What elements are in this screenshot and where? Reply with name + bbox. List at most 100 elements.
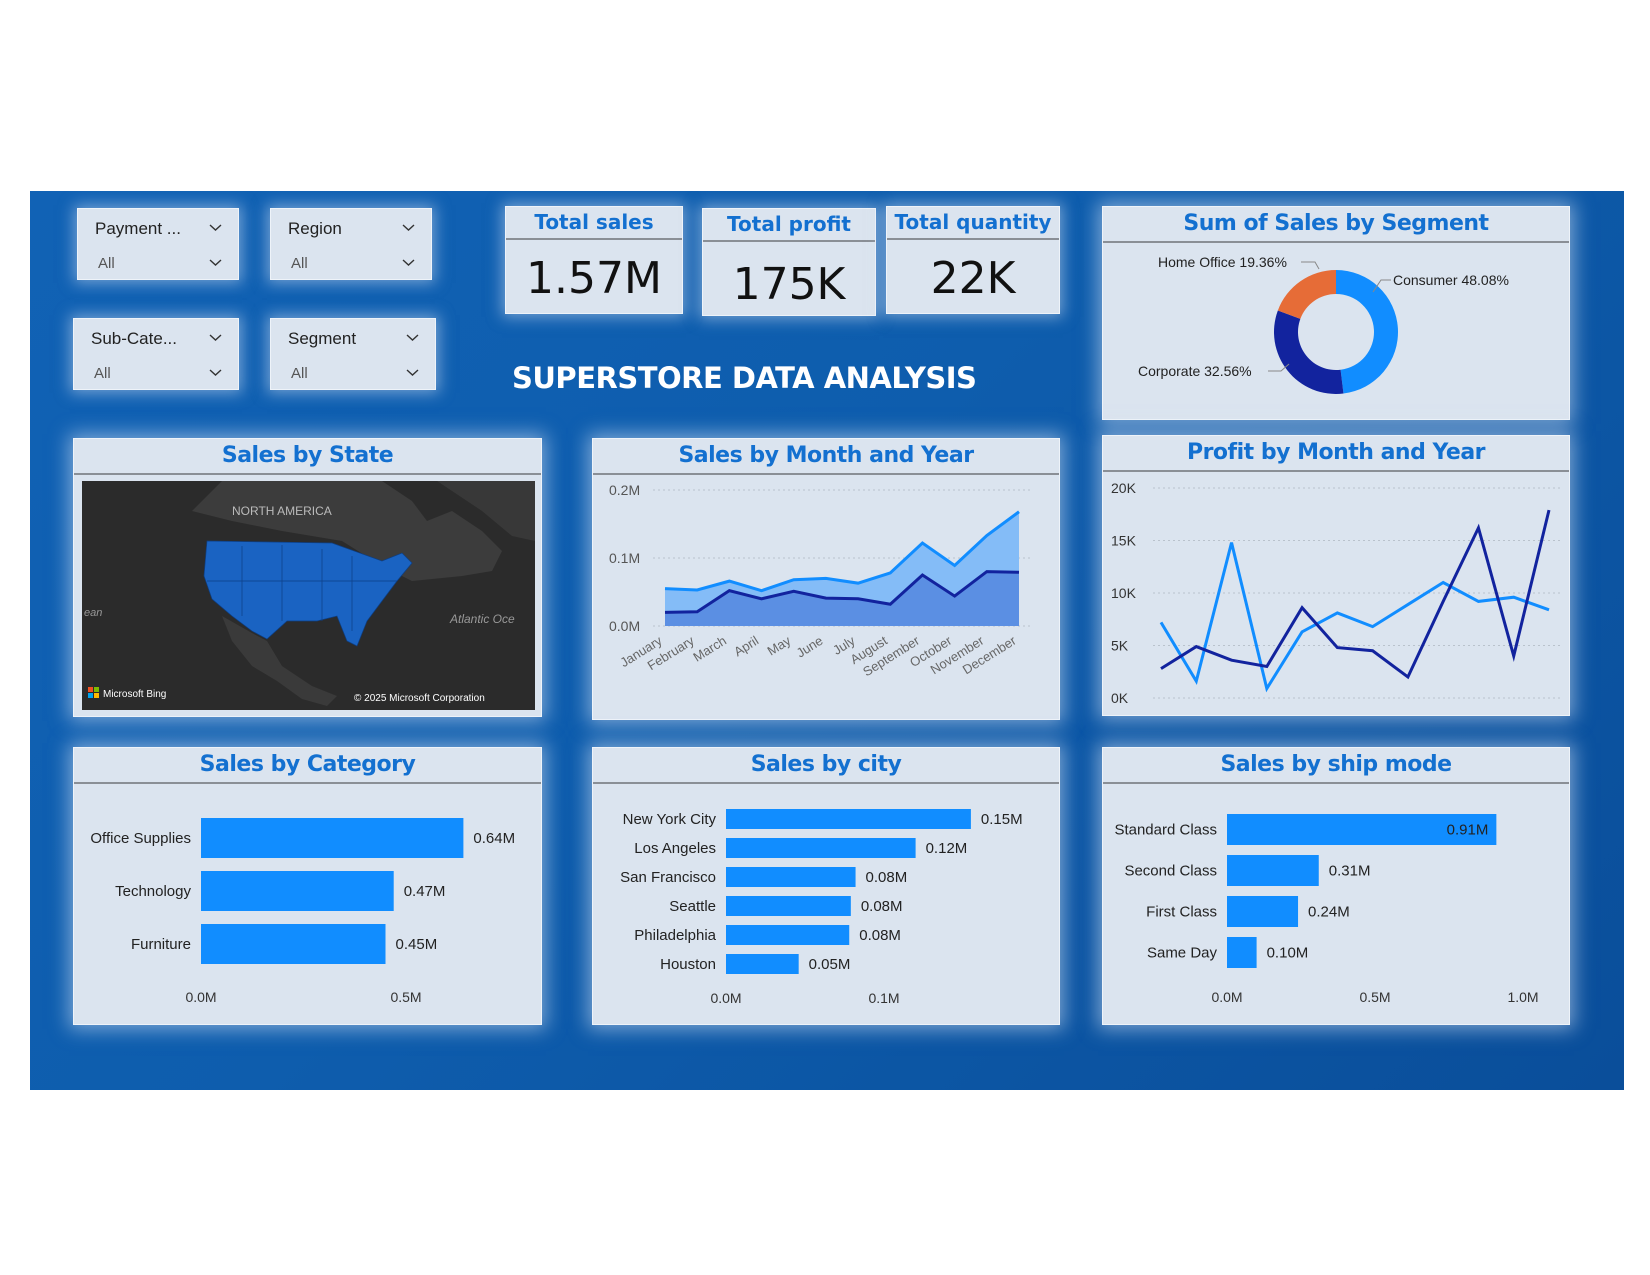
data-label: 0.31M xyxy=(1329,863,1371,880)
chevron-down-icon[interactable] xyxy=(209,221,222,234)
x-tick-label: 0.0M xyxy=(185,989,216,1005)
segment-chart-panel[interactable]: Sum of Sales by Segment Consumer 48.08% … xyxy=(1102,206,1570,420)
category-label: San Francisco xyxy=(620,869,716,886)
chart-title: Sales by ship mode xyxy=(1103,748,1569,784)
ms-logo-icon xyxy=(88,687,93,692)
x-tick-label: 0.0M xyxy=(710,990,741,1006)
chart-title: Sales by Category xyxy=(74,748,541,784)
data-label: 0.47M xyxy=(404,883,446,900)
dashboard-canvas: Payment ... All Region All Sub-Cate... A… xyxy=(30,191,1624,1090)
sales-by-state-panel[interactable]: Sales by State NORTH AMERICA ean Atlanti… xyxy=(73,438,542,717)
y-tick-label: 0K xyxy=(1111,690,1129,706)
page-title: SUPERSTORE DATA ANALYSIS xyxy=(512,361,977,395)
x-tick-label: April xyxy=(731,633,761,660)
chart-title: Sum of Sales by Segment xyxy=(1103,207,1569,243)
slicer-value: All xyxy=(98,255,115,272)
donut-slice-consumer xyxy=(1336,270,1398,394)
y-tick-label: 15K xyxy=(1111,533,1137,549)
kpi-total-profit[interactable]: Total profit 175K xyxy=(702,208,876,316)
kpi-total-quantity[interactable]: Total quantity 22K xyxy=(886,206,1060,314)
category-label: Los Angeles xyxy=(634,840,716,857)
sales-by-shipmode-panel[interactable]: Sales by ship mode Standard Class 0.91M Se… xyxy=(1102,747,1570,1025)
slicer-payment[interactable]: Payment ... All xyxy=(77,208,239,280)
slicer-value: All xyxy=(291,255,308,272)
category-label: Seattle xyxy=(669,898,716,915)
line-series-1 xyxy=(1159,542,1550,693)
sales-map[interactable]: NORTH AMERICA ean Atlantic Oce Microsoft… xyxy=(82,481,535,710)
chevron-down-icon[interactable] xyxy=(406,366,419,379)
bar xyxy=(726,809,971,829)
chart-title: Sales by city xyxy=(593,748,1059,784)
category-label: Second Class xyxy=(1124,863,1217,880)
x-tick-label: 0.5M xyxy=(1359,989,1390,1005)
chart-title: Sales by Month and Year xyxy=(593,439,1059,475)
chevron-down-icon[interactable] xyxy=(209,256,222,269)
category-label: Office Supplies xyxy=(90,830,191,847)
city-bar-chart[interactable]: New York City 0.15M Los Angeles 0.12M San Fr… xyxy=(593,782,1059,1024)
segment-donut[interactable]: Consumer 48.08% Corporate 32.56% Home Of… xyxy=(1103,241,1569,419)
x-tick-label: May xyxy=(765,633,794,659)
category-label: Technology xyxy=(115,883,191,900)
chevron-down-icon[interactable] xyxy=(406,331,419,344)
slicer-sub-category[interactable]: Sub-Cate... All xyxy=(73,318,239,390)
sales-by-category-panel[interactable]: Sales by Category Office Supplies 0.64M Te… xyxy=(73,747,542,1025)
y-tick-label: 5K xyxy=(1111,638,1129,654)
y-tick-label: 10K xyxy=(1111,585,1137,601)
x-tick-label: June xyxy=(794,633,826,661)
y-tick-label: 0.2M xyxy=(609,482,640,498)
chart-title: Sales by State xyxy=(74,439,541,475)
category-label: Philadelphia xyxy=(634,927,716,944)
slicer-value: All xyxy=(291,365,308,382)
ocean-left-label: ean xyxy=(84,607,102,619)
segment-label-home-office: Home Office 19.36% xyxy=(1158,254,1287,270)
data-label: 0.45M xyxy=(396,936,438,953)
bar xyxy=(201,818,464,858)
y-tick-label: 0.0M xyxy=(609,618,640,634)
ms-logo-icon xyxy=(94,687,99,692)
bar xyxy=(726,896,851,916)
slicer-label: Region xyxy=(288,219,342,238)
mexico-landmass xyxy=(222,616,337,706)
sales-by-month-panel[interactable]: Sales by Month and Year 0.0M 0.1M 0.2M Janu… xyxy=(592,438,1060,720)
data-label: 0.15M xyxy=(981,811,1023,828)
kpi-total-sales[interactable]: Total sales 1.57M xyxy=(505,206,683,314)
sales-month-chart[interactable]: 0.0M0.1M0.2MJanuaryFebruaryMarch April May… xyxy=(593,473,1059,719)
sales-by-city-panel[interactable]: Sales by city New York City 0.15M Los Ange… xyxy=(592,747,1060,1025)
chevron-down-icon[interactable] xyxy=(209,331,222,344)
data-label: 0.08M xyxy=(859,927,901,944)
leader-line xyxy=(1301,261,1320,270)
map-copyright: © 2025 Microsoft Corporation xyxy=(354,693,485,704)
chevron-down-icon[interactable] xyxy=(402,256,415,269)
bar xyxy=(726,925,850,945)
segment-label-corporate: Corporate 32.56% xyxy=(1138,363,1252,379)
category-bar-chart[interactable]: Office Supplies 0.64M Technology 0.47M Furni… xyxy=(74,782,541,1024)
bar xyxy=(201,924,386,964)
ms-logo-icon xyxy=(94,693,99,698)
y-tick-label: 0.1M xyxy=(609,550,640,566)
slicer-label: Segment xyxy=(288,329,357,348)
slicer-label: Sub-Cate... xyxy=(91,329,177,348)
chevron-down-icon[interactable] xyxy=(209,366,222,379)
x-tick-label: 1.0M xyxy=(1507,989,1538,1005)
data-label: 0.10M xyxy=(1267,945,1309,962)
category-label: Standard Class xyxy=(1114,822,1217,839)
category-label: New York City xyxy=(623,811,717,828)
donut-slice-corporate xyxy=(1274,310,1344,394)
slicer-region[interactable]: Region All xyxy=(270,208,432,280)
kpi-title: Total quantity xyxy=(887,207,1059,240)
x-tick-label: 0.1M xyxy=(868,990,899,1006)
bing-brand: Microsoft Bing xyxy=(103,689,166,700)
shipmode-bar-chart[interactable]: Standard Class 0.91M Second Class 0.31M Firs… xyxy=(1103,782,1569,1024)
kpi-value: 1.57M xyxy=(526,253,662,304)
profit-by-month-panel[interactable]: Profit by Month and Year 0K 5K 10K 15K 20K xyxy=(1102,435,1570,716)
bar xyxy=(1227,855,1319,886)
profit-month-chart[interactable]: 0K 5K 10K 15K 20K xyxy=(1103,470,1569,715)
data-label: 0.08M xyxy=(866,869,908,886)
bar xyxy=(726,838,916,858)
chevron-down-icon[interactable] xyxy=(402,221,415,234)
y-tick-label: 20K xyxy=(1111,480,1137,496)
slicer-value: All xyxy=(94,365,111,382)
kpi-title: Total sales xyxy=(506,207,682,240)
slicer-segment[interactable]: Segment All xyxy=(270,318,436,390)
bar xyxy=(726,867,856,887)
